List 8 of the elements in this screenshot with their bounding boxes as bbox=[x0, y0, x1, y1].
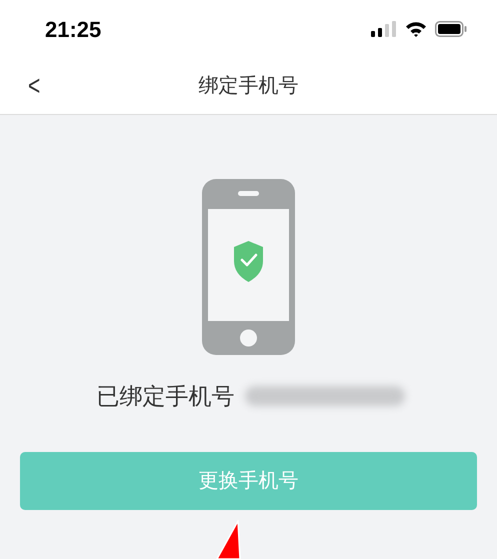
bound-phone-label: 已绑定手机号 bbox=[96, 382, 234, 411]
back-button[interactable]: < bbox=[28, 72, 40, 100]
signal-icon bbox=[371, 21, 397, 37]
phone-shield-icon bbox=[202, 179, 295, 355]
wifi-icon bbox=[405, 21, 427, 37]
battery-icon bbox=[435, 21, 467, 37]
page-title: 绑定手机号 bbox=[198, 74, 298, 99]
status-time: 21:25 bbox=[45, 16, 102, 44]
